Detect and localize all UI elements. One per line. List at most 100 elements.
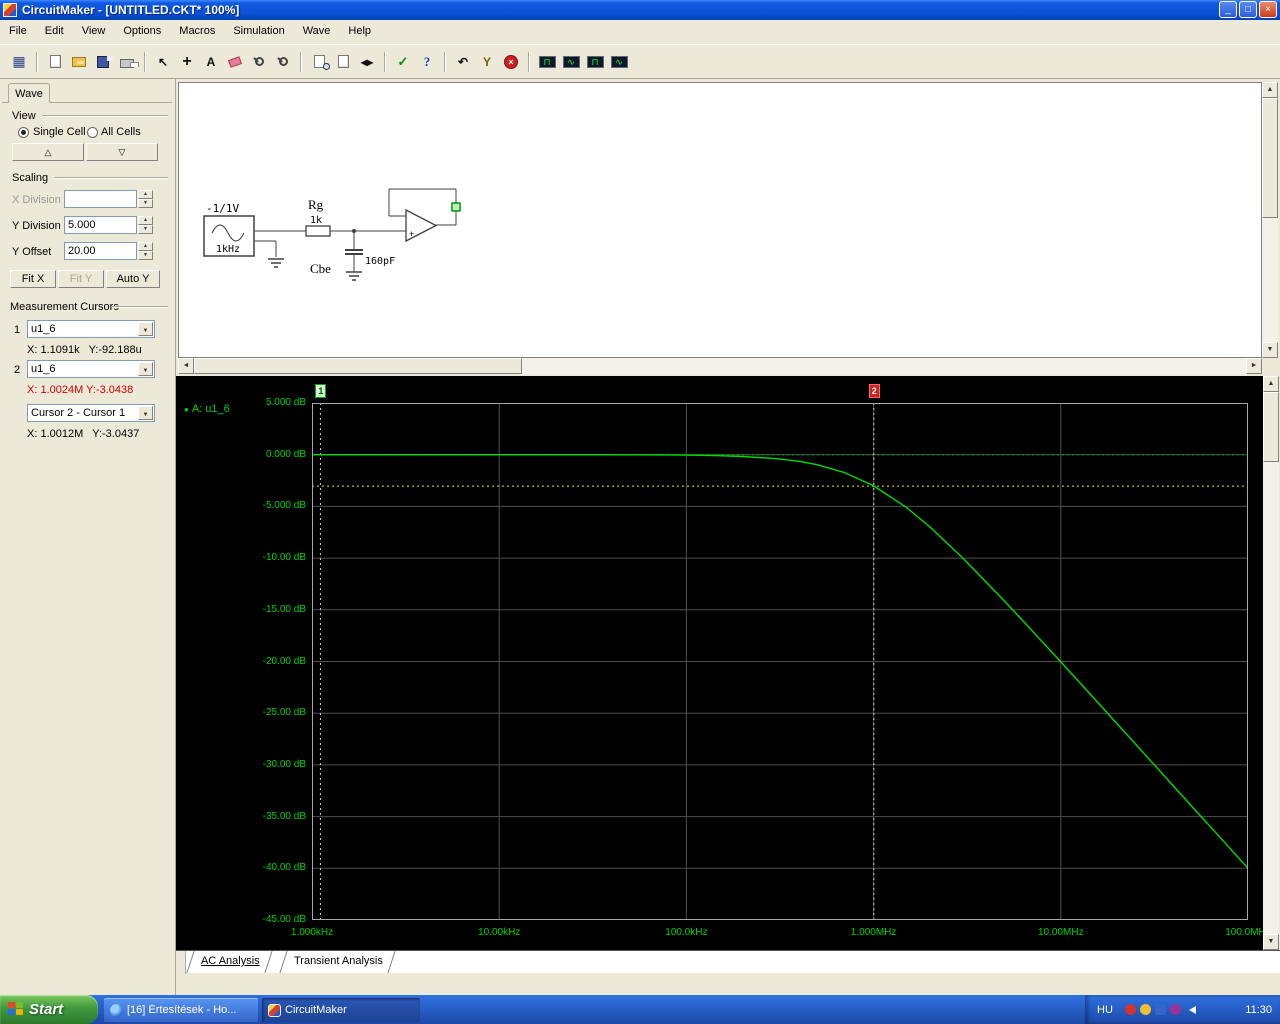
zoom-area-button[interactable] (307, 50, 331, 73)
minimize-button[interactable]: _ (1219, 1, 1237, 18)
x-division-spinner[interactable] (138, 190, 153, 208)
language-indicator[interactable]: HU (1097, 1004, 1113, 1016)
dropdown-arrow-icon[interactable] (138, 322, 153, 336)
scrollbar-thumb[interactable] (194, 358, 522, 374)
close-button[interactable]: × (1259, 1, 1277, 18)
menu-item-view[interactable]: View (73, 20, 115, 44)
multi-trace-display-button[interactable]: ∿ (607, 50, 631, 73)
taskbar-task-circuitmaker[interactable]: CircuitMaker (262, 998, 420, 1022)
tray-icon-red[interactable] (1124, 1004, 1136, 1015)
text-tool-button[interactable]: A (199, 50, 223, 73)
tray-icon-blue[interactable] (1154, 1004, 1166, 1015)
schematic-horizontal-scrollbar[interactable] (178, 358, 1262, 374)
schematic-canvas[interactable]: -1/1V 1kHz Rg 1k Cbe 160pF + (178, 82, 1262, 358)
delete-tool-button[interactable] (223, 50, 247, 73)
scroll-right-icon[interactable] (1246, 358, 1262, 374)
probe-point[interactable] (451, 202, 461, 212)
menu-item-macros[interactable]: Macros (170, 20, 224, 44)
opamp[interactable]: + (405, 208, 438, 243)
new-file-button[interactable] (43, 50, 67, 73)
y-offset-label: Y Offset (12, 246, 52, 258)
menu-bar: File Edit View Options Macros Simulation Wave H… (0, 20, 1280, 44)
sine-wave-display-icon: ∿ (562, 55, 580, 68)
save-file-button[interactable] (91, 50, 115, 73)
voltage-source[interactable]: -1/1V 1kHz (203, 202, 255, 257)
pulse-display-button[interactable]: ⊓ (583, 50, 607, 73)
scroll-up-icon[interactable] (1263, 376, 1279, 392)
y-axis-label: 5.000 dB (265, 397, 306, 408)
tab-wave[interactable]: Wave (8, 83, 50, 103)
scale-down-button[interactable] (86, 143, 158, 161)
volume-icon[interactable] (1185, 1005, 1196, 1014)
square-wave-display-icon: ⊓ (538, 55, 556, 68)
scroll-up-icon[interactable] (1262, 82, 1278, 98)
tab-ac-analysis[interactable]: AC Analysis (186, 951, 273, 973)
zoom-out-tool-button[interactable] (271, 50, 295, 73)
open-file-button[interactable] (67, 50, 91, 73)
taskbar-task-notifications[interactable]: [16] Értesítések - Ho... (104, 998, 258, 1022)
wire-tool-button[interactable]: + (175, 50, 199, 73)
full-page-button[interactable] (331, 50, 355, 73)
y-offset-spinner[interactable] (138, 242, 153, 260)
scroll-down-icon[interactable] (1262, 342, 1278, 358)
y-division-input[interactable] (64, 216, 137, 234)
waveform-plot[interactable]: A: u1_6 5.000 dB 0.000 dB -5.000 dB -10.00 … (176, 376, 1263, 950)
parts-browser-button[interactable]: ▦ (7, 50, 31, 73)
sine-wave-display-button[interactable]: ∿ (559, 50, 583, 73)
tray-icon-magenta[interactable] (1169, 1004, 1181, 1015)
menu-item-options[interactable]: Options (114, 20, 170, 44)
schematic-vertical-scrollbar[interactable] (1262, 82, 1278, 358)
cursor-flag-1[interactable]: 1 (315, 384, 327, 398)
scroll-left-icon[interactable] (178, 358, 194, 374)
trace-legend: A: u1_6 (184, 403, 230, 415)
spinner-down-icon (138, 251, 153, 260)
square-wave-display-button[interactable]: ⊓ (535, 50, 559, 73)
dropdown-arrow-icon[interactable] (138, 362, 153, 376)
menu-item-file[interactable]: File (0, 20, 36, 44)
select-tool-button[interactable]: ↖ (151, 50, 175, 73)
undo-button[interactable]: ↶ (451, 50, 475, 73)
start-button[interactable]: Start (0, 995, 98, 1024)
cursor1-signal-select[interactable]: u1_6 (27, 320, 155, 338)
resistor-rg[interactable]: Rg 1k (305, 197, 331, 237)
tray-icon-yellow[interactable] (1139, 1004, 1151, 1015)
maximize-button[interactable]: □ (1239, 1, 1257, 18)
menu-item-edit[interactable]: Edit (36, 20, 73, 44)
stop-simulation-button[interactable]: × (499, 50, 523, 73)
y-axis-label: -45.00 dB (262, 914, 306, 925)
select-tool-icon: ↖ (157, 54, 169, 69)
probe-tool-button[interactable]: Y (475, 50, 499, 73)
tab-transient-analysis[interactable]: Transient Analysis (279, 951, 396, 973)
single-cell-radio[interactable] (18, 127, 29, 138)
auto-y-button[interactable]: Auto Y (106, 270, 160, 288)
menu-item-simulation[interactable]: Simulation (224, 20, 293, 44)
scrollbar-thumb[interactable] (1263, 392, 1279, 462)
fit-x-button[interactable]: Fit X (10, 270, 56, 288)
plot-box[interactable] (311, 402, 1249, 921)
print-button[interactable] (115, 50, 139, 73)
circuitmaker-window: CircuitMaker - [UNTITLED.CKT* 100%] _ □ … (0, 0, 1280, 1024)
split-view-button[interactable]: ◂▸ (355, 50, 379, 73)
all-cells-radio[interactable] (87, 127, 98, 138)
capacitor-value-label: 160pF (365, 256, 395, 267)
work-area: -1/1V 1kHz Rg 1k Cbe 160pF + ▲ ▼ ◄ ► ● A… (176, 79, 1280, 995)
zoom-in-tool-button[interactable] (247, 50, 271, 73)
toolbar-separator (300, 51, 302, 72)
full-page-icon (337, 55, 349, 68)
plot-vertical-scrollbar[interactable] (1263, 376, 1279, 950)
cursor2-signal-value: u1_6 (31, 363, 56, 375)
scroll-down-icon[interactable] (1263, 934, 1279, 950)
cursor2-signal-select[interactable]: u1_6 (27, 360, 155, 378)
scrollbar-thumb[interactable] (1262, 98, 1278, 218)
tray-icons (1124, 1004, 1196, 1015)
help-button[interactable]: ? (415, 50, 439, 73)
scale-up-button[interactable] (12, 143, 84, 161)
menu-item-wave[interactable]: Wave (294, 20, 340, 44)
y-offset-input[interactable] (64, 242, 137, 260)
check-simulation-button[interactable]: ✓ (391, 50, 415, 73)
y-division-spinner[interactable] (138, 216, 153, 234)
cursor-diff-select[interactable]: Cursor 2 - Cursor 1 (27, 404, 155, 422)
menu-item-help[interactable]: Help (339, 20, 380, 44)
dropdown-arrow-icon[interactable] (138, 406, 153, 420)
cursor-flag-2[interactable]: 2 (868, 384, 880, 398)
